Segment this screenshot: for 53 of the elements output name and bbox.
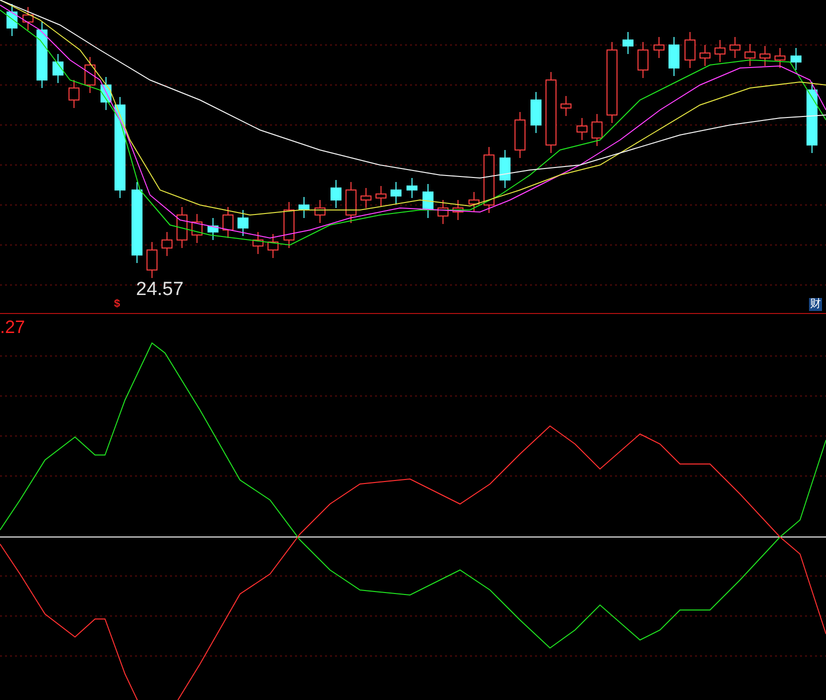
candlestick bbox=[376, 186, 386, 206]
candlestick bbox=[6, 4, 18, 36]
candlestick bbox=[252, 232, 264, 254]
candlestick bbox=[774, 48, 786, 68]
candlestick bbox=[22, 6, 34, 30]
candlestick bbox=[330, 180, 342, 208]
candlestick bbox=[576, 118, 588, 140]
candlestick bbox=[744, 44, 756, 66]
candlestick bbox=[222, 206, 234, 238]
candlestick bbox=[162, 232, 172, 256]
event-marker: $ bbox=[114, 298, 120, 311]
candlestick bbox=[146, 242, 158, 278]
candlestick bbox=[452, 200, 464, 220]
candlestick bbox=[638, 42, 648, 78]
candlestick bbox=[390, 182, 402, 204]
candlestick bbox=[298, 196, 310, 218]
candlestick bbox=[668, 36, 680, 76]
candlestick bbox=[684, 32, 696, 68]
candlestick bbox=[52, 54, 64, 84]
candlestick bbox=[192, 214, 202, 244]
candlestick bbox=[314, 200, 326, 224]
candlestick bbox=[84, 56, 96, 94]
candlestick bbox=[592, 114, 602, 146]
candlestick bbox=[730, 36, 740, 58]
candlestick bbox=[268, 234, 278, 258]
candlestick bbox=[68, 80, 80, 108]
candlestick bbox=[514, 112, 526, 158]
candlestick bbox=[760, 46, 770, 66]
candlestick bbox=[422, 184, 434, 218]
candlestick bbox=[284, 202, 294, 248]
candlestick bbox=[654, 36, 664, 58]
candlestick bbox=[346, 182, 356, 224]
candlestick bbox=[438, 200, 448, 224]
candlestick bbox=[790, 48, 802, 70]
candlestick bbox=[714, 40, 726, 62]
candlestick bbox=[500, 150, 510, 188]
candlestick bbox=[360, 188, 372, 208]
candlestick bbox=[36, 22, 48, 88]
finance-badge[interactable]: 财 bbox=[809, 298, 822, 311]
candlestick bbox=[468, 192, 480, 212]
indicator-value-label: .27 bbox=[0, 316, 26, 338]
low-price-label: 24.57 bbox=[136, 279, 184, 301]
candlestick bbox=[208, 218, 218, 240]
candlestick bbox=[560, 96, 572, 116]
candlestick bbox=[622, 32, 634, 54]
candlestick bbox=[700, 44, 710, 66]
candlestick bbox=[806, 82, 818, 154]
candlestick bbox=[530, 92, 542, 134]
candlestick bbox=[406, 178, 418, 198]
candlestick bbox=[238, 210, 248, 236]
candlestick bbox=[100, 76, 112, 110]
candlestick bbox=[484, 146, 494, 214]
candlestick bbox=[176, 206, 188, 248]
